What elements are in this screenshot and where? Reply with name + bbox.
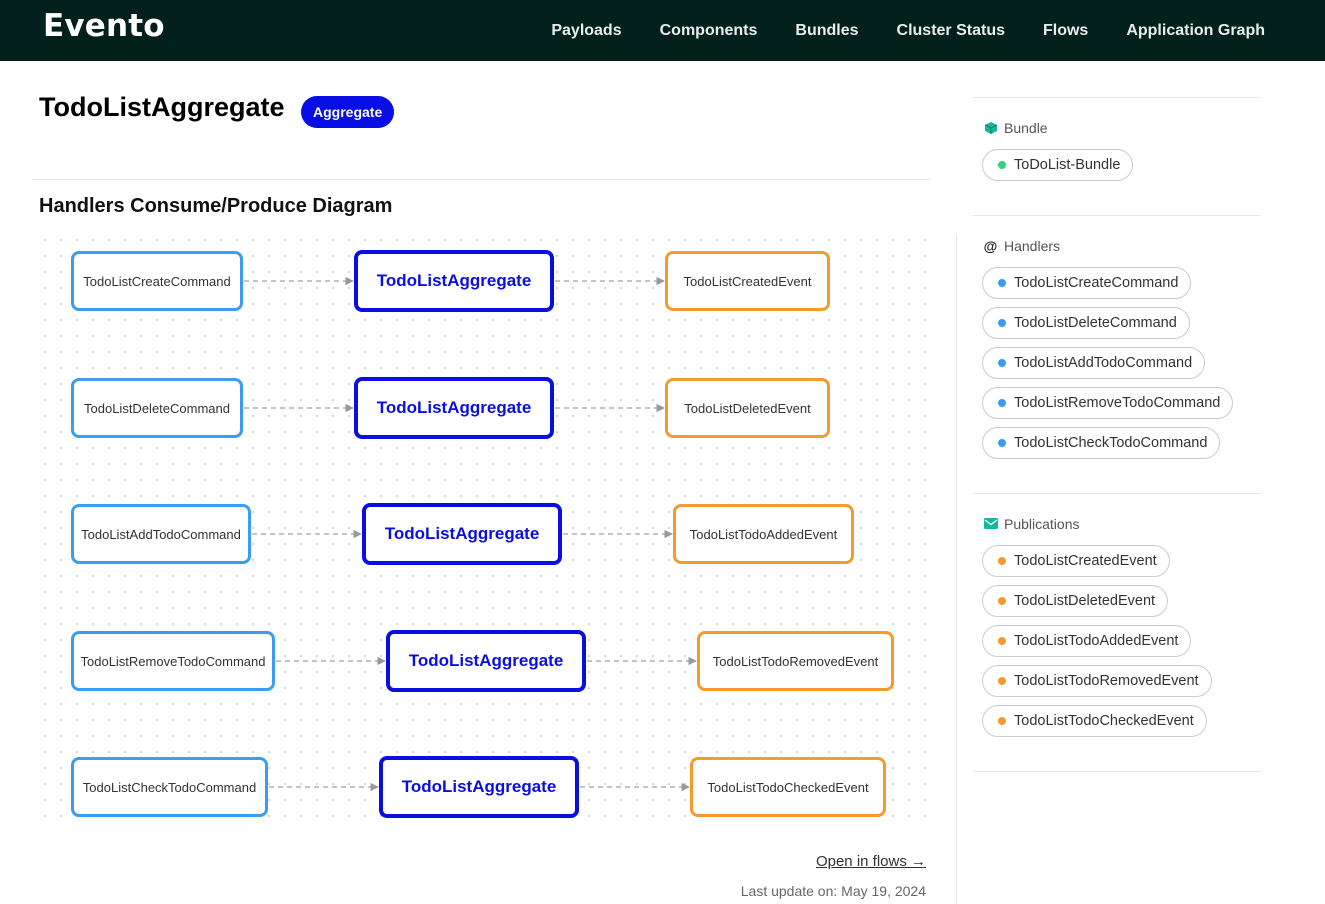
handler-chip[interactable]: TodoListAddTodoCommand <box>982 347 1206 379</box>
diagram-event-node[interactable]: TodoListTodoAddedEvent <box>673 504 854 564</box>
publication-chip-label: TodoListTodoAddedEvent <box>1014 633 1179 649</box>
last-update-text: Last update on: May 19, 2024 <box>740 883 926 899</box>
sidebar-separator <box>973 771 1261 772</box>
diagram-aggregate-node[interactable]: TodoListAggregate <box>354 250 554 312</box>
component-type-badge: Aggregate <box>301 96 395 128</box>
status-dot <box>998 677 1006 685</box>
handler-chip[interactable]: TodoListCheckTodoCommand <box>982 427 1221 459</box>
status-dot <box>998 399 1006 407</box>
cube-icon <box>983 121 998 136</box>
diagram-aggregate-node[interactable]: TodoListAggregate <box>362 503 562 565</box>
status-dot <box>998 359 1006 367</box>
nav-bundles[interactable]: Bundles <box>795 22 858 40</box>
nav-components[interactable]: Components <box>660 22 758 40</box>
divider <box>33 179 931 180</box>
diagram-section-title: Handlers Consume/Produce Diagram <box>39 195 393 217</box>
handler-chip-label: TodoListCheckTodoCommand <box>1014 435 1208 451</box>
diagram-command-node[interactable]: TodoListCheckTodoCommand <box>71 757 268 817</box>
diagram-event-node[interactable]: TodoListTodoCheckedEvent <box>690 757 886 817</box>
status-dot <box>998 597 1006 605</box>
page-title: TodoListAggregate <box>39 92 285 122</box>
publication-chip[interactable]: TodoListTodoRemovedEvent <box>982 665 1212 697</box>
sidebar-separator <box>973 97 1261 98</box>
publication-chip-label: TodoListCreatedEvent <box>1014 553 1157 569</box>
diagram-command-node[interactable]: TodoListCreateCommand <box>71 251 243 311</box>
nav-payloads[interactable]: Payloads <box>551 22 621 40</box>
envelope-icon <box>983 517 998 532</box>
status-dot <box>998 557 1006 565</box>
publication-chip-label: TodoListTodoCheckedEvent <box>1014 713 1194 729</box>
handler-chip-label: TodoListCreateCommand <box>1014 275 1179 291</box>
diagram-command-node[interactable]: TodoListDeleteCommand <box>71 378 243 438</box>
sidebar-separator <box>973 215 1261 216</box>
handler-chip[interactable]: TodoListRemoveTodoCommand <box>982 387 1234 419</box>
handlers-heading: @ Handlers <box>983 238 1060 254</box>
diagram-command-node[interactable]: TodoListAddTodoCommand <box>71 504 251 564</box>
publication-chip-label: TodoListTodoRemovedEvent <box>1014 673 1199 689</box>
nav-application-graph[interactable]: Application Graph <box>1126 22 1265 40</box>
publication-chip[interactable]: TodoListCreatedEvent <box>982 545 1170 577</box>
publication-chip[interactable]: TodoListTodoAddedEvent <box>982 625 1192 657</box>
handler-chip[interactable]: TodoListCreateCommand <box>982 267 1192 299</box>
handler-chip-label: TodoListRemoveTodoCommand <box>1014 395 1221 411</box>
nav-flows[interactable]: Flows <box>1043 22 1088 40</box>
diagram-event-node[interactable]: TodoListDeletedEvent <box>665 378 830 438</box>
diagram-aggregate-node[interactable]: TodoListAggregate <box>386 630 586 692</box>
open-in-flows-link[interactable]: Open in flows → <box>816 853 926 870</box>
bundle-heading-label: Bundle <box>1004 120 1048 136</box>
bundle-chip[interactable]: ToDoList-Bundle <box>982 149 1134 181</box>
top-nav-bar: Evento Payloads Components Bundles Clust… <box>0 0 1325 61</box>
status-dot <box>998 439 1006 447</box>
diagram-aggregate-node[interactable]: TodoListAggregate <box>354 377 554 439</box>
status-dot <box>998 717 1006 725</box>
status-dot <box>998 161 1006 169</box>
publication-chip[interactable]: TodoListTodoCheckedEvent <box>982 705 1207 737</box>
diagram-aggregate-node[interactable]: TodoListAggregate <box>379 756 579 818</box>
evento-logo[interactable]: Evento <box>43 8 165 44</box>
status-dot <box>998 279 1006 287</box>
main-nav: Payloads Components Bundles Cluster Stat… <box>551 0 1265 61</box>
status-dot <box>998 319 1006 327</box>
diagram-command-node[interactable]: TodoListRemoveTodoCommand <box>71 631 275 691</box>
handler-chip-label: TodoListDeleteCommand <box>1014 315 1177 331</box>
diagram-event-node[interactable]: TodoListCreatedEvent <box>665 251 830 311</box>
handlers-heading-label: Handlers <box>1004 238 1061 254</box>
diagram-event-node[interactable]: TodoListTodoRemovedEvent <box>697 631 894 691</box>
sidebar-divider <box>956 234 957 904</box>
publication-chip-label: TodoListDeletedEvent <box>1014 593 1156 609</box>
sidebar-separator <box>973 493 1261 494</box>
handler-chip-label: TodoListAddTodoCommand <box>1014 355 1193 371</box>
publications-heading: Publications <box>983 516 1080 532</box>
publications-heading-label: Publications <box>1004 516 1080 532</box>
status-dot <box>998 637 1006 645</box>
handlers-diagram: TodoListCreateCommand TodoListAggregate … <box>33 226 929 822</box>
nav-cluster-status[interactable]: Cluster Status <box>897 22 1005 40</box>
publication-chip[interactable]: TodoListDeletedEvent <box>982 585 1169 617</box>
at-icon: @ <box>983 238 998 254</box>
bundle-chip-label: ToDoList-Bundle <box>1014 157 1121 173</box>
handler-chip[interactable]: TodoListDeleteCommand <box>982 307 1190 339</box>
bundle-heading: Bundle <box>983 120 1048 136</box>
